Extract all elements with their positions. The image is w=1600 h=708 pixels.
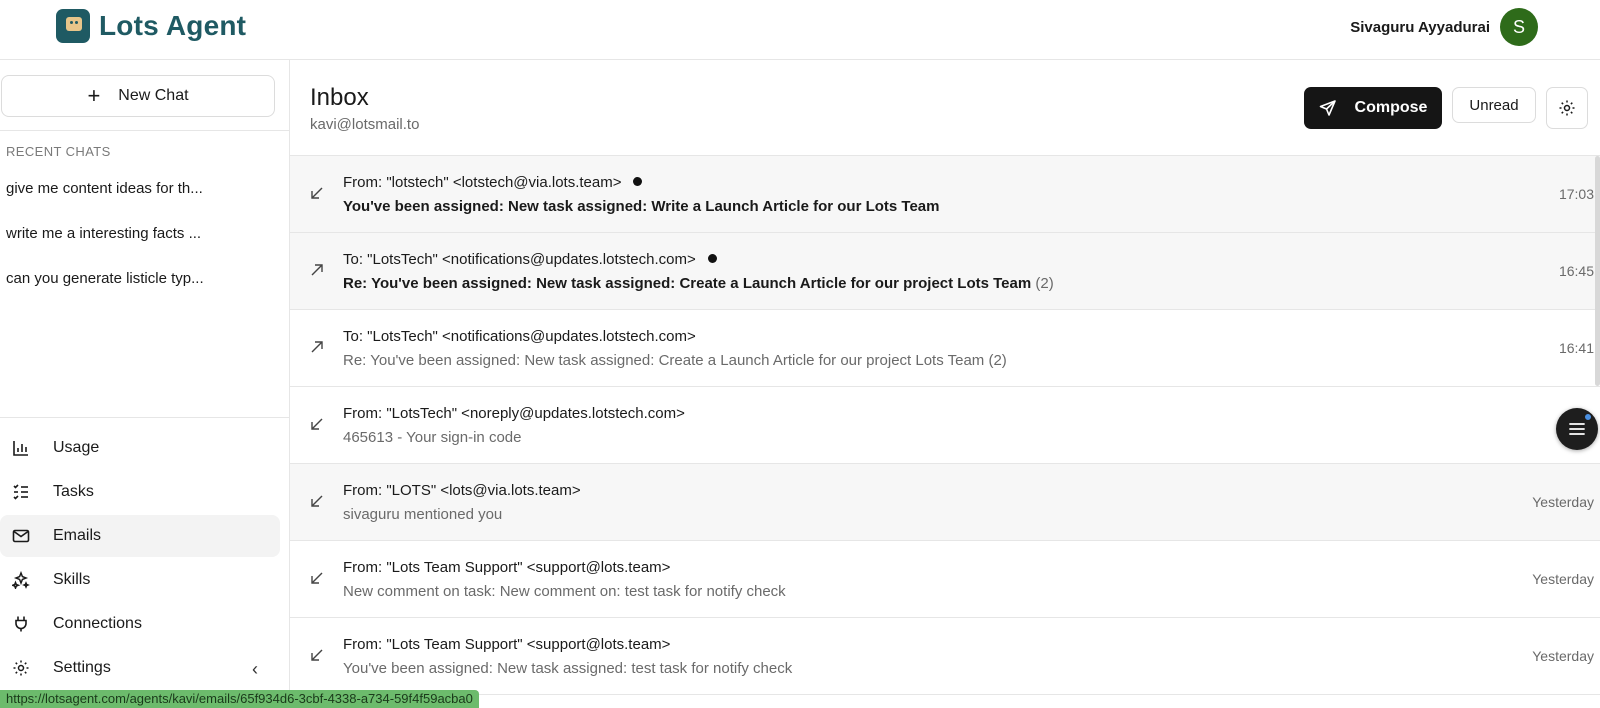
menu-icon [1569, 423, 1585, 435]
compose-button[interactable]: Compose [1304, 87, 1442, 129]
sidebar-item-connections[interactable]: Connections [0, 603, 280, 645]
bar-chart-icon [10, 437, 32, 459]
email-sender: From: "Lots Team Support" <support@lots.… [343, 636, 671, 653]
recent-chats-heading: RECENT CHATS [6, 144, 111, 159]
send-icon [1319, 100, 1336, 116]
email-row[interactable]: To: "LotsTech" <notifications@updates.lo… [290, 233, 1600, 310]
thread-count: (2) [1035, 275, 1054, 292]
inbox-address: kavi@lotsmail.to [310, 116, 420, 133]
email-sender: From: "lotstech" <lotstech@via.lots.team… [343, 174, 643, 191]
gear-icon [1559, 100, 1575, 116]
plug-icon [10, 613, 32, 635]
robot-logo-icon [56, 9, 90, 43]
sidebar-item-label: Usage [53, 439, 100, 456]
sidebar-item-label: Skills [53, 571, 91, 588]
outgoing-arrow-icon [310, 340, 326, 356]
email-subject: You've been assigned: New task assigned:… [343, 198, 940, 215]
user-name: Sivaguru Ayyadurai [1350, 18, 1490, 36]
incoming-arrow-icon [310, 186, 326, 202]
checklist-icon [10, 481, 32, 503]
incoming-arrow-icon [310, 648, 326, 664]
unread-dot [633, 176, 643, 186]
sidebar-item-emails[interactable]: Emails [0, 515, 280, 557]
sidebar-item-tasks[interactable]: Tasks [0, 471, 280, 513]
email-subject: You've been assigned: New task assigned:… [343, 660, 793, 677]
email-sender: From: "LotsTech" <noreply@updates.lotste… [343, 405, 685, 422]
page-title: Inbox [310, 84, 369, 111]
email-row[interactable]: From: "Lots Team Support" <support@lots.… [290, 618, 1600, 695]
incoming-arrow-icon [310, 417, 326, 433]
email-subject: New comment on task: New comment on: tes… [343, 583, 786, 600]
top-bar: Lots Agent Sivaguru Ayyadurai S [0, 0, 1600, 60]
sidebar-item-usage[interactable]: Usage [0, 427, 280, 469]
email-sender: From: "Lots Team Support" <support@lots.… [343, 559, 671, 576]
email-row[interactable]: From: "lotstech" <lotstech@via.lots.team… [290, 156, 1600, 233]
email-time: Yesterday [1532, 648, 1594, 664]
user-menu[interactable]: Sivaguru Ayyadurai S [1350, 8, 1538, 46]
avatar[interactable]: S [1500, 8, 1538, 46]
email-row[interactable]: From: "Lots Team Support" <support@lots.… [290, 541, 1600, 618]
recent-chat-item[interactable]: can you generate listicle typ... [6, 270, 246, 287]
notification-badge [1584, 413, 1592, 421]
inbox-panel: Inbox kavi@lotsmail.to Compose Unread Fr… [290, 60, 1600, 708]
incoming-arrow-icon [310, 494, 326, 510]
collapse-sidebar-icon[interactable]: ‹ [252, 659, 258, 680]
email-subject: 465613 - Your sign-in code [343, 429, 522, 446]
email-sender: From: "LOTS" <lots@via.lots.team> [343, 482, 581, 499]
mail-icon [10, 525, 32, 547]
email-time: 16:45 [1558, 263, 1594, 279]
recent-chat-item[interactable]: give me content ideas for th... [6, 180, 246, 197]
floating-menu-button[interactable] [1556, 408, 1598, 450]
email-subject: sivaguru mentioned you [343, 506, 503, 523]
incoming-arrow-icon [310, 571, 326, 587]
sidebar: + New Chat RECENT CHATS give me content … [0, 60, 290, 708]
compose-label: Compose [1354, 99, 1428, 116]
inbox-settings-button[interactable] [1546, 87, 1588, 129]
email-time: 17:03 [1558, 186, 1594, 202]
email-sender: To: "LotsTech" <notifications@updates.lo… [343, 328, 696, 345]
sidebar-item-label: Emails [53, 527, 102, 544]
outgoing-arrow-icon [310, 263, 326, 279]
sidebar-item-label: Connections [53, 615, 142, 632]
unread-dot [707, 253, 717, 263]
plus-icon: + [87, 83, 101, 108]
email-sender: To: "LotsTech" <notifications@updates.lo… [343, 251, 717, 268]
email-row[interactable]: To: "LotsTech" <notifications@updates.lo… [290, 310, 1600, 387]
sidebar-item-label: Tasks [53, 483, 94, 500]
app-name: Lots Agent [99, 10, 247, 41]
sidebar-divider [0, 130, 290, 131]
app-logo[interactable]: Lots Agent [56, 9, 246, 43]
new-chat-label: New Chat [118, 87, 189, 104]
email-row[interactable]: From: "LOTS" <lots@via.lots.team> sivagu… [290, 464, 1600, 541]
list-scrollbar[interactable] [1595, 156, 1600, 386]
gear-icon [10, 657, 32, 679]
new-chat-button[interactable]: + New Chat [1, 75, 275, 117]
sidebar-divider [0, 417, 290, 418]
email-row[interactable]: From: "LotsTech" <noreply@updates.lotste… [290, 387, 1600, 464]
sidebar-item-settings[interactable]: Settings ‹ [0, 647, 280, 689]
email-subject: Re: You've been assigned: New task assig… [343, 275, 1054, 292]
email-time: Yesterday [1532, 571, 1594, 587]
link-preview-status-bar: https://lotsagent.com/agents/kavi/emails… [0, 690, 479, 708]
sparkles-icon [10, 569, 32, 591]
unread-filter-button[interactable]: Unread [1452, 87, 1536, 123]
email-subject: Re: You've been assigned: New task assig… [343, 352, 1007, 369]
sidebar-item-skills[interactable]: Skills [0, 559, 280, 601]
sidebar-item-label: Settings [53, 659, 111, 676]
recent-chat-item[interactable]: write me a interesting facts ... [6, 225, 246, 242]
email-time: 16:41 [1558, 340, 1594, 356]
email-time: Yesterday [1532, 494, 1594, 510]
